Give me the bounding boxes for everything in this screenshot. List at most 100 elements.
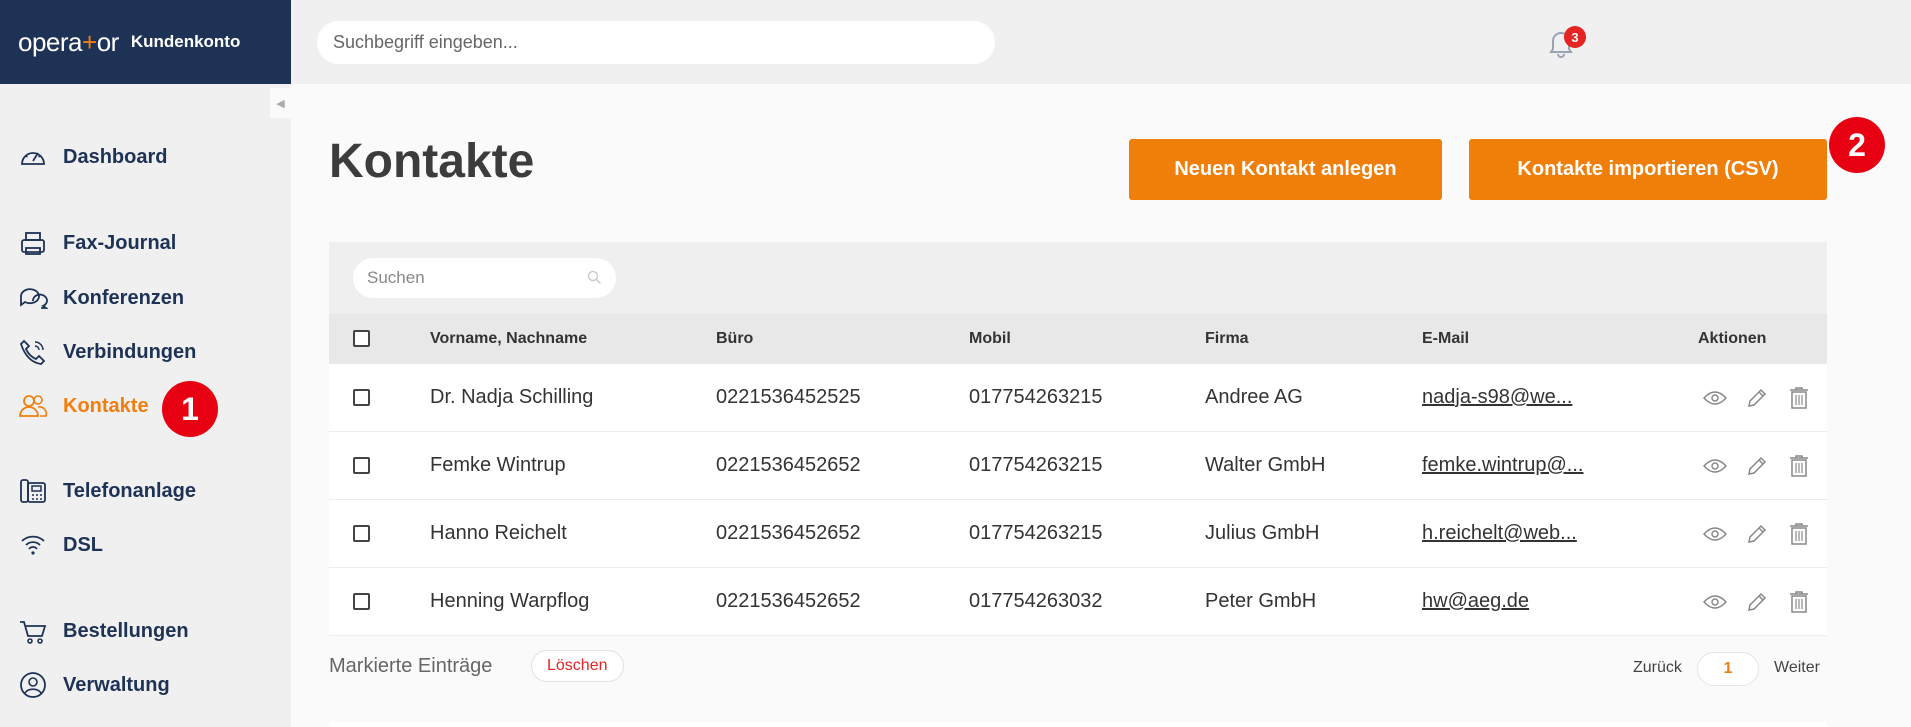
eye-icon[interactable] (1702, 385, 1728, 411)
contact-email-link[interactable]: femke.wintrup@... (1422, 432, 1583, 499)
select-all-checkbox[interactable] (353, 330, 370, 347)
trash-icon[interactable] (1786, 385, 1812, 411)
column-header-name[interactable]: Vorname, Nachname (430, 314, 587, 364)
contact-office-phone: 0221536452652 (716, 590, 861, 612)
contact-name: Dr. Nadja Schilling (430, 386, 594, 408)
table-row: Henning Warpflog 0221536452652 017754263… (329, 568, 1827, 636)
top-bar (291, 0, 1911, 84)
sidebar-item-kontakte[interactable]: Kontakte (17, 389, 149, 423)
notification-badge: 3 (1564, 26, 1586, 48)
pencil-icon[interactable] (1744, 453, 1770, 479)
pager-current-page[interactable]: 1 (1697, 652, 1759, 686)
trash-icon[interactable] (1786, 521, 1812, 547)
row-checkbox[interactable] (353, 457, 370, 474)
page-title: Kontakte (329, 135, 535, 188)
users-icon (17, 390, 49, 422)
column-header-office[interactable]: Büro (716, 314, 753, 364)
trash-icon[interactable] (1786, 589, 1812, 615)
column-header-email[interactable]: E-Mail (1422, 314, 1469, 364)
sidebar-item-konferenzen[interactable]: Konferenzen (17, 281, 184, 315)
row-checkbox[interactable] (353, 593, 370, 610)
column-header-actions: Aktionen (1698, 330, 1767, 347)
logo-subtitle: Kundenkonto (130, 32, 241, 51)
column-header-company[interactable]: Firma (1205, 314, 1249, 364)
sidebar-item-dashboard[interactable]: Dashboard (17, 140, 167, 174)
row-checkbox[interactable] (353, 389, 370, 406)
table-toolbar (329, 242, 1827, 314)
eye-icon[interactable] (1702, 521, 1728, 547)
sidebar-item-label: Telefonanlage (63, 479, 196, 502)
sidebar-item-label: Dashboard (63, 145, 168, 168)
sidebar-item-verbindungen[interactable]: Verbindungen (17, 335, 196, 369)
row-actions (1702, 364, 1812, 431)
contact-email-link[interactable]: h.reichelt@web... (1422, 500, 1577, 567)
phone-call-icon (17, 336, 49, 368)
import-csv-button[interactable]: Kontakte importieren (CSV) (1469, 139, 1827, 200)
contact-mobile-phone: 017754263215 (969, 386, 1103, 408)
delete-selected-button[interactable]: Löschen (531, 650, 624, 682)
sidebar-item-fax-journal[interactable]: Fax-Journal (17, 226, 176, 260)
row-actions (1702, 568, 1812, 635)
cart-icon (17, 615, 49, 647)
new-contact-button[interactable]: Neuen Kontakt anlegen (1129, 139, 1442, 200)
chat-bubbles-icon (17, 282, 49, 314)
contact-email-link[interactable]: nadja-s98@we... (1422, 364, 1572, 431)
user-circle-icon (17, 669, 49, 701)
column-header-mobile[interactable]: Mobil (969, 314, 1011, 364)
contact-office-phone: 0221536452652 (716, 522, 861, 544)
marked-entries-label: Markierte Einträge (329, 655, 493, 677)
pager-next-link[interactable]: Weiter (1774, 659, 1820, 677)
callout-badge-1: 1 (162, 381, 218, 437)
global-search-input[interactable] (317, 21, 995, 64)
table-header: Vorname, Nachname Büro Mobil Firma E-Mai… (329, 314, 1827, 364)
sidebar-item-telefonanlage[interactable]: Telefonanlage (17, 474, 196, 508)
collapse-sidebar-toggle[interactable]: ◀ (270, 88, 291, 118)
logo: opera+or (18, 26, 119, 57)
contact-company: Walter GmbH (1205, 454, 1326, 476)
sidebar-item-bestellungen[interactable]: Bestellungen (17, 614, 189, 648)
pencil-icon[interactable] (1744, 521, 1770, 547)
sidebar-item-dsl[interactable]: DSL (17, 528, 103, 562)
sidebar-item-label: Fax-Journal (63, 231, 177, 254)
pencil-icon[interactable] (1744, 589, 1770, 615)
sidebar-item-label: DSL (63, 533, 103, 556)
fax-icon (17, 227, 49, 259)
wifi-icon (17, 529, 49, 561)
sidebar-item-label: Verwaltung (63, 673, 170, 696)
contact-office-phone: 0221536452652 (716, 454, 861, 476)
contact-company: Peter GmbH (1205, 590, 1317, 612)
trash-icon[interactable] (1786, 453, 1812, 479)
logo-area[interactable]: opera+or Kundenkonto (0, 0, 291, 84)
row-actions (1702, 500, 1812, 567)
sidebar-item-verwaltung[interactable]: Verwaltung (17, 668, 170, 702)
speedometer-icon (17, 141, 49, 173)
contact-name: Femke Wintrup (430, 454, 566, 476)
table-row: Femke Wintrup 0221536452652 017754263215… (329, 432, 1827, 500)
eye-icon[interactable] (1702, 589, 1728, 615)
eye-icon[interactable] (1702, 453, 1728, 479)
contact-name: Hanno Reichelt (430, 522, 567, 544)
search-icon (587, 270, 602, 285)
sidebar-item-label: Kontakte (63, 394, 149, 417)
contact-company: Andree AG (1205, 386, 1303, 408)
next-panel-edge (329, 722, 1827, 727)
desk-phone-icon (17, 475, 49, 507)
contact-office-phone: 0221536452525 (716, 386, 861, 408)
sidebar-item-label: Konferenzen (63, 286, 185, 309)
contact-email-link[interactable]: hw@aeg.de (1422, 568, 1529, 635)
contacts-table: Vorname, Nachname Büro Mobil Firma E-Mai… (329, 242, 1827, 636)
row-checkbox[interactable] (353, 525, 370, 542)
table-row: Hanno Reichelt 0221536452652 01775426321… (329, 500, 1827, 568)
pencil-icon[interactable] (1744, 385, 1770, 411)
table-row: Dr. Nadja Schilling 0221536452525 017754… (329, 364, 1827, 432)
table-footer: Markierte Einträge Löschen Zurück 1 Weit… (329, 648, 1827, 688)
sidebar-item-label: Bestellungen (63, 619, 189, 642)
pager-back-link[interactable]: Zurück (1633, 659, 1682, 677)
table-search-input[interactable] (353, 258, 616, 298)
row-actions (1702, 432, 1812, 499)
contact-mobile-phone: 017754263032 (969, 590, 1103, 612)
contact-mobile-phone: 017754263215 (969, 454, 1103, 476)
callout-badge-2: 2 (1829, 117, 1885, 173)
contact-mobile-phone: 017754263215 (969, 522, 1103, 544)
contact-company: Julius GmbH (1205, 522, 1320, 544)
